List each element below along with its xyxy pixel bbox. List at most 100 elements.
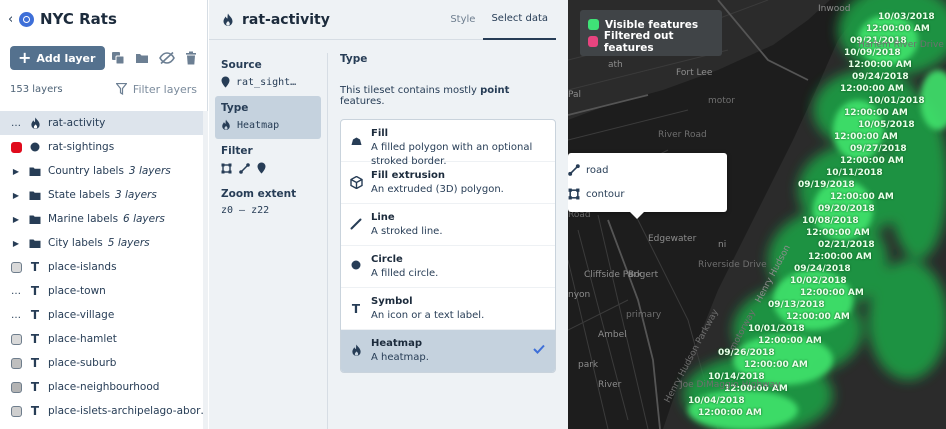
expand-caret-icon[interactable]: ▶ xyxy=(10,213,22,225)
add-layer-button[interactable]: + Add layer xyxy=(10,46,106,70)
more-dots-icon[interactable]: … xyxy=(10,117,22,129)
symbol-icon: T xyxy=(30,380,40,394)
type-option-label: Circle xyxy=(371,254,403,265)
layer-title[interactable]: rat-activity xyxy=(242,12,330,28)
source-property[interactable]: Source rat_sight… xyxy=(209,53,327,96)
heatmap-date-label: 09/24/2018 xyxy=(852,72,909,82)
duplicate-layer-icon[interactable] xyxy=(111,51,125,65)
group-layers-folder-icon[interactable] xyxy=(135,51,149,65)
layer-item-label: Marine labels xyxy=(48,213,119,225)
type-option-fill[interactable]: Fill A filled polygon with an optional st… xyxy=(341,120,555,167)
expand-caret-icon[interactable]: ▶ xyxy=(10,165,22,177)
polygon-icon xyxy=(568,188,580,200)
map-canvas[interactable]: 10/03/2018 12:00:00 AM 09/21/2018 10/09/201… xyxy=(568,0,946,429)
mapbox-logo-icon[interactable] xyxy=(19,11,34,27)
tab-select-data[interactable]: Select data xyxy=(483,0,556,40)
type-option-fill-extrusion[interactable]: Fill extrusion An extruded (3D) polygon. xyxy=(341,162,555,204)
layer-item-place-suburb[interactable]: Tplace-suburb xyxy=(0,351,203,375)
layer-list-scrollbar[interactable] xyxy=(203,111,208,429)
popup-item-contour[interactable]: contour xyxy=(568,182,727,206)
map-place-label: primary xyxy=(626,310,662,320)
heatmap-date-label: 12:00:00 AM xyxy=(848,60,912,70)
swatch-box xyxy=(10,405,22,417)
type-option-circle[interactable]: Circle A filled circle. xyxy=(341,246,555,288)
layer-item-label: place-hamlet xyxy=(48,333,117,345)
type-option-label: Fill extrusion xyxy=(371,170,446,181)
heatmap-date-label: 12:00:00 AM xyxy=(806,228,870,238)
layer-item-label: place-islets-archipelago-abor… xyxy=(48,405,203,417)
more-dots-icon[interactable]: … xyxy=(10,309,22,321)
filter-funnel-icon xyxy=(115,83,127,95)
tileset-description: This tileset contains mostly point featu… xyxy=(340,85,556,107)
layer-meta-row: 153 layers Filter layers xyxy=(0,78,207,100)
type-value: Heatmap xyxy=(237,119,280,131)
layer-color-swatch[interactable] xyxy=(10,381,22,393)
layer-item-label: place-neighbourhood xyxy=(48,381,160,393)
layer-color-swatch[interactable] xyxy=(10,333,22,345)
zoom-extent-property[interactable]: Zoom extent z0 – z22 xyxy=(209,182,327,224)
panel-divider xyxy=(327,53,328,429)
symbol-icon: T xyxy=(30,260,40,274)
heatmap-icon xyxy=(29,117,41,130)
line-icon xyxy=(239,162,250,174)
layer-item-place-hamlet[interactable]: Tplace-hamlet xyxy=(0,327,203,351)
type-option-desc: An extruded (3D) polygon. xyxy=(371,184,504,195)
layer-color-swatch[interactable] xyxy=(10,261,22,273)
heatmap-date-label: 12:00:00 AM xyxy=(830,192,894,202)
heatmap-date-label: 12:00:00 AM xyxy=(800,288,864,298)
layer-item-marine-labels[interactable]: ▶ Marine labels 6 layers xyxy=(0,207,203,231)
layer-item-rat-activity[interactable]: … rat-activity xyxy=(0,111,203,135)
heatmap-date-label: 12:00:00 AM xyxy=(840,84,904,94)
circle-icon xyxy=(349,260,363,270)
project-title[interactable]: NYC Rats xyxy=(40,10,117,28)
layer-color-swatch[interactable] xyxy=(10,141,22,153)
type-option-label: Symbol xyxy=(371,296,413,307)
layer-item-city-labels[interactable]: ▶ City labels 5 layers xyxy=(0,231,203,255)
layer-item-place-village[interactable]: … Tplace-village xyxy=(0,303,203,327)
filter-layers-button[interactable]: Filter layers xyxy=(115,83,197,96)
back-chevron-icon[interactable]: ‹ xyxy=(8,12,18,27)
type-option-heatmap[interactable]: Heatmap A heatmap. xyxy=(341,330,555,372)
delete-layer-trash-icon[interactable] xyxy=(185,51,197,65)
symbol-icon: T xyxy=(30,308,40,322)
layer-item-place-islands[interactable]: Tplace-islands xyxy=(0,255,203,279)
layer-color-swatch[interactable] xyxy=(10,357,22,369)
add-layer-label: Add layer xyxy=(36,51,96,65)
layer-item-place-islets-archipelago-abor-[interactable]: Tplace-islets-archipelago-abor… xyxy=(0,399,203,423)
heatmap-date-label: 12:00:00 AM xyxy=(758,336,822,346)
layer-color-swatch[interactable] xyxy=(10,405,22,417)
heatmap-date-label: 12:00:00 AM xyxy=(834,132,898,142)
layer-item-place-town[interactable]: … Tplace-town xyxy=(0,279,203,303)
type-property[interactable]: Type Heatmap xyxy=(215,96,321,139)
symbol-icon: T xyxy=(351,302,361,316)
heatmap-date-label: 02/21/2018 xyxy=(818,240,875,250)
filter-geometry-icons xyxy=(221,162,315,174)
layer-tools xyxy=(111,51,197,65)
popup-item-road[interactable]: road xyxy=(568,158,727,182)
hide-layer-eye-icon[interactable] xyxy=(159,51,175,65)
swatch-box xyxy=(10,333,22,345)
expand-caret-icon[interactable]: ▶ xyxy=(10,237,22,249)
type-option-text: Line A stroked line. xyxy=(371,212,443,239)
heatmap-date-label: 12:00:00 AM xyxy=(786,312,850,322)
sublayer-count: 6 layers xyxy=(123,213,165,225)
filter-property[interactable]: Filter xyxy=(209,139,327,182)
type-option-symbol[interactable]: T Symbol An icon or a text label. xyxy=(341,288,555,330)
layer-item-rat-sightings[interactable]: rat-sightings xyxy=(0,135,203,159)
more-dots-icon[interactable]: … xyxy=(10,285,22,297)
expand-caret-icon[interactable]: ▶ xyxy=(10,189,22,201)
map-pin-icon xyxy=(221,76,230,88)
layer-item-label: rat-sightings xyxy=(48,141,115,153)
tab-style[interactable]: Style xyxy=(442,0,483,40)
layer-item-country-labels[interactable]: ▶ Country labels 3 layers xyxy=(0,159,203,183)
map-place-label: Bogert xyxy=(628,270,659,280)
map-place-label: Harlem River Drive xyxy=(858,40,944,50)
symbol-icon: T xyxy=(30,332,40,346)
type-value-row: Heatmap xyxy=(221,119,315,131)
heatmap-date-label: 12:00:00 AM xyxy=(866,24,930,34)
layer-item-state-labels[interactable]: ▶ State labels 3 layers xyxy=(0,183,203,207)
heatmap-date-labels: 10/03/2018 12:00:00 AM 09/21/2018 10/09/201… xyxy=(568,0,946,429)
type-option-line[interactable]: Line A stroked line. xyxy=(341,204,555,246)
layer-item-place-neighbourhood[interactable]: Tplace-neighbourhood xyxy=(0,375,203,399)
heatmap-date-label: 12:00:00 AM xyxy=(744,360,808,370)
